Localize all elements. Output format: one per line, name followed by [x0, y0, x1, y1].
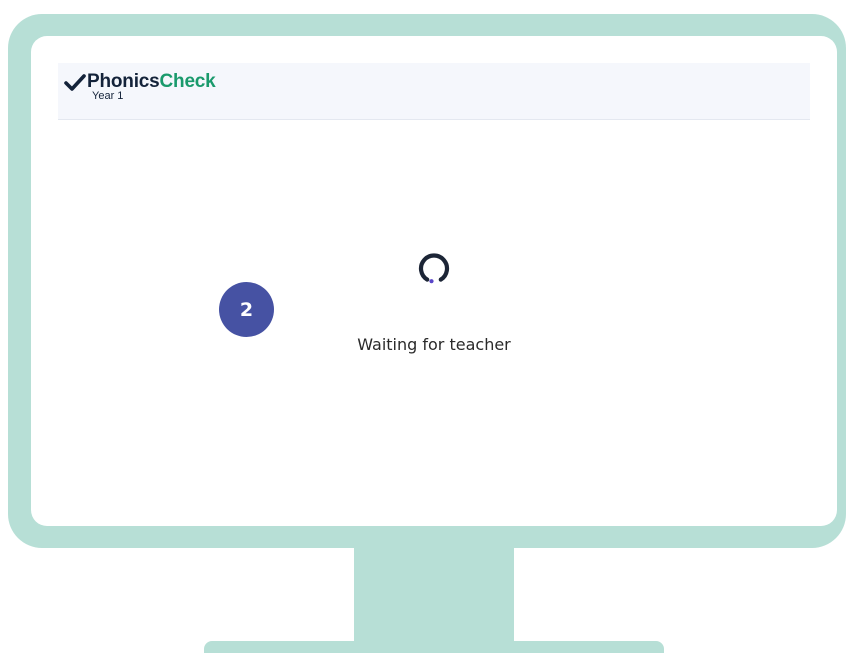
- logo-subtitle: Year 1: [92, 90, 124, 102]
- logo[interactable]: PhonicsCheck Year 1: [64, 72, 216, 102]
- monitor-base: [204, 641, 664, 653]
- logo-text: PhonicsCheck Year 1: [87, 72, 216, 102]
- loading-spinner-icon: [418, 253, 450, 284]
- step-number-badge: 2: [219, 282, 274, 337]
- stage: PhonicsCheck Year 1 Waiting for teacher …: [0, 0, 846, 653]
- logo-wordmark-check: Check: [159, 71, 216, 92]
- checkmark-icon: [64, 74, 86, 91]
- logo-wordmark-phonics: Phonics: [87, 71, 160, 92]
- monitor-screen: PhonicsCheck Year 1 Waiting for teacher: [31, 36, 837, 526]
- monitor-neck: [354, 546, 514, 644]
- status-text: Waiting for teacher: [357, 335, 511, 354]
- app-header: PhonicsCheck Year 1: [58, 63, 810, 120]
- logo-wordmark: PhonicsCheck: [87, 72, 216, 91]
